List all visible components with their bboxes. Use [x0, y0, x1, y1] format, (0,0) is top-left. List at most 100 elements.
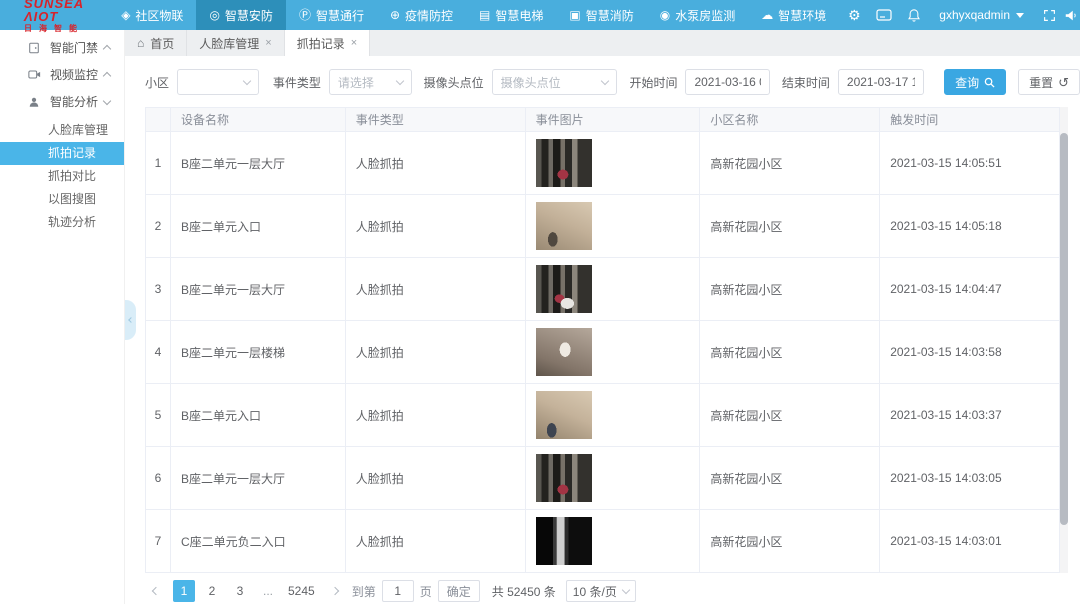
- sidebar-group-video-monitoring[interactable]: 视频监控: [0, 61, 124, 88]
- sidebar-submenu: 人脸库管理 抓拍记录 抓拍对比 以图搜图 轨迹分析: [0, 119, 124, 234]
- user-menu[interactable]: gxhyxqadmin: [929, 8, 1034, 22]
- event-image-thumbnail[interactable]: [536, 517, 592, 565]
- page-ellipsis[interactable]: ...: [257, 580, 279, 602]
- menu-item-smart-access[interactable]: Ⓟ 智慧通行: [286, 0, 377, 30]
- page-button-1[interactable]: 1: [173, 580, 195, 602]
- device-name-cell: C座二单元负二入口: [171, 510, 346, 572]
- tab-bar: ⌂ 首页 人脸库管理 × 抓拍记录 ×: [125, 30, 1080, 56]
- event-image-cell: [526, 258, 701, 320]
- page-size-value: 10 条/页: [573, 583, 617, 600]
- sidebar-item-capture-records[interactable]: 抓拍记录: [0, 142, 124, 165]
- row-index: 5: [146, 384, 171, 446]
- table-header-row: 设备名称 事件类型 事件图片 小区名称 触发时间: [146, 108, 1060, 132]
- event-image-thumbnail[interactable]: [536, 265, 592, 313]
- table-row[interactable]: 7 C座二单元负二入口 人脸抓拍 高新花园小区 2021-03-15 14:03…: [146, 510, 1060, 573]
- row-index: 3: [146, 258, 171, 320]
- chevron-left-icon: [128, 317, 134, 323]
- menu-label: 智慧安防: [225, 7, 273, 24]
- sidebar-group-intelligent-analysis[interactable]: 智能分析: [0, 88, 124, 115]
- table-row[interactable]: 2 B座二单元入口 人脸抓拍 高新花园小区 2021-03-15 14:05:1…: [146, 195, 1060, 258]
- table-row[interactable]: 4 B座二单元一层楼梯 人脸抓拍 高新花园小区 2021-03-15 14:03…: [146, 321, 1060, 384]
- search-button-label: 查询: [955, 74, 979, 91]
- prev-page-button[interactable]: [145, 580, 167, 602]
- event-type-cell: 人脸抓拍: [346, 447, 526, 509]
- reset-button[interactable]: 重置 ↺: [1018, 69, 1080, 95]
- community-iot-icon: ◈: [121, 9, 130, 21]
- event-image-thumbnail[interactable]: [536, 202, 592, 250]
- event-image-thumbnail[interactable]: [536, 139, 592, 187]
- menu-item-epidemic-control[interactable]: ⊕ 疫情防控: [377, 0, 466, 30]
- chevron-down-icon: [395, 77, 403, 85]
- close-icon[interactable]: ×: [265, 37, 271, 49]
- jump-suffix-label: 页: [420, 583, 432, 600]
- reset-button-label: 重置: [1029, 74, 1053, 91]
- brand-logo: SUNSEA ΛIOT 日海智能: [0, 0, 108, 30]
- sidebar-item-image-search[interactable]: 以图搜图: [0, 188, 124, 211]
- page-button-3[interactable]: 3: [229, 580, 251, 602]
- settings-button[interactable]: ⚙: [839, 8, 869, 22]
- home-icon: ⌂: [137, 36, 144, 50]
- menu-item-community-iot[interactable]: ◈ 社区物联: [108, 0, 196, 30]
- event-image-thumbnail[interactable]: [536, 454, 592, 502]
- trigger-time-cell: 2021-03-15 14:04:47: [880, 258, 1060, 320]
- top-navigation-bar: SUNSEA ΛIOT 日海智能 ◈ 社区物联 ◎ 智慧安防 Ⓟ 智慧通行 ⊕ …: [0, 0, 1080, 30]
- search-button[interactable]: 查询: [944, 69, 1006, 95]
- menu-item-smart-fire[interactable]: ▣ 智慧消防: [556, 0, 646, 30]
- announce-button[interactable]: [1064, 9, 1078, 22]
- next-page-button[interactable]: [324, 580, 346, 602]
- camera-select[interactable]: 摄像头点位: [492, 69, 618, 95]
- table-row[interactable]: 6 B座二单元一层大厅 人脸抓拍 高新花园小区 2021-03-15 14:03…: [146, 447, 1060, 510]
- sidebar-item-trajectory-analysis[interactable]: 轨迹分析: [0, 211, 124, 234]
- sidebar-item-face-library[interactable]: 人脸库管理: [0, 119, 124, 142]
- row-index: 7: [146, 510, 171, 572]
- menu-label: 疫情防控: [405, 7, 453, 24]
- brand-subtitle: 日海智能: [24, 24, 108, 34]
- sidebar-group-label: 智能门禁: [50, 39, 104, 56]
- start-time-label: 开始时间: [629, 74, 677, 91]
- table-row[interactable]: 3 B座二单元一层大厅 人脸抓拍 高新花园小区 2021-03-15 14:04…: [146, 258, 1060, 321]
- smart-environment-icon: ☁: [761, 9, 773, 21]
- event-image-cell: [526, 195, 701, 257]
- menu-item-smart-elevator[interactable]: ▤ 智慧电梯: [466, 0, 556, 30]
- jump-page-input[interactable]: [382, 580, 414, 602]
- close-icon[interactable]: ×: [351, 37, 357, 49]
- tab-capture-records[interactable]: 抓拍记录 ×: [285, 30, 370, 56]
- fullscreen-button[interactable]: [1034, 9, 1064, 22]
- page-size-select[interactable]: 10 条/页: [566, 580, 636, 602]
- sidebar-item-capture-compare[interactable]: 抓拍对比: [0, 165, 124, 188]
- community-select[interactable]: [177, 69, 259, 95]
- sidebar-group-label: 视频监控: [50, 66, 104, 83]
- table-row[interactable]: 5 B座二单元入口 人脸抓拍 高新花园小区 2021-03-15 14:03:3…: [146, 384, 1060, 447]
- camera-icon: [28, 69, 42, 80]
- end-time-input[interactable]: [847, 75, 915, 89]
- event-image-cell: [526, 321, 701, 383]
- table-scrollbar-thumb[interactable]: [1060, 133, 1068, 525]
- event-image-thumbnail[interactable]: [536, 391, 592, 439]
- menu-item-smart-environment[interactable]: ☁ 智慧环境: [748, 0, 839, 30]
- notifications-button[interactable]: [899, 8, 929, 23]
- menu-item-pump-room-monitor[interactable]: ◉ 水泵房监测: [647, 0, 749, 30]
- table-row[interactable]: 1 B座二单元一层大厅 人脸抓拍 高新花园小区 2021-03-15 14:05…: [146, 132, 1060, 195]
- sidebar-collapse-handle[interactable]: [125, 300, 136, 340]
- page-button-last[interactable]: 5245: [285, 580, 318, 602]
- table-scrollbar-track[interactable]: [1060, 107, 1068, 573]
- menu-item-smart-security[interactable]: ◎ 智慧安防: [196, 0, 286, 30]
- header-event-type: 事件类型: [346, 108, 526, 131]
- console-button[interactable]: [869, 9, 899, 21]
- menu-label: 智慧环境: [778, 7, 826, 24]
- sidebar-group-access-control[interactable]: 智能门禁: [0, 34, 124, 61]
- start-time-input[interactable]: [694, 75, 760, 89]
- event-image-thumbnail[interactable]: [536, 328, 592, 376]
- fullscreen-icon: [1043, 9, 1056, 22]
- tab-home[interactable]: ⌂ 首页: [125, 30, 187, 56]
- jump-confirm-button[interactable]: 确定: [438, 580, 480, 602]
- chevron-down-icon: [103, 96, 111, 104]
- smart-security-icon: ◎: [209, 9, 219, 21]
- page-button-2[interactable]: 2: [201, 580, 223, 602]
- event-type-select[interactable]: 请选择: [329, 69, 412, 95]
- tab-face-library[interactable]: 人脸库管理 ×: [187, 30, 284, 56]
- end-time-label: 结束时间: [782, 74, 830, 91]
- end-time-field: [838, 69, 924, 95]
- door-lock-icon: [28, 42, 42, 54]
- header-device-name: 设备名称: [171, 108, 346, 131]
